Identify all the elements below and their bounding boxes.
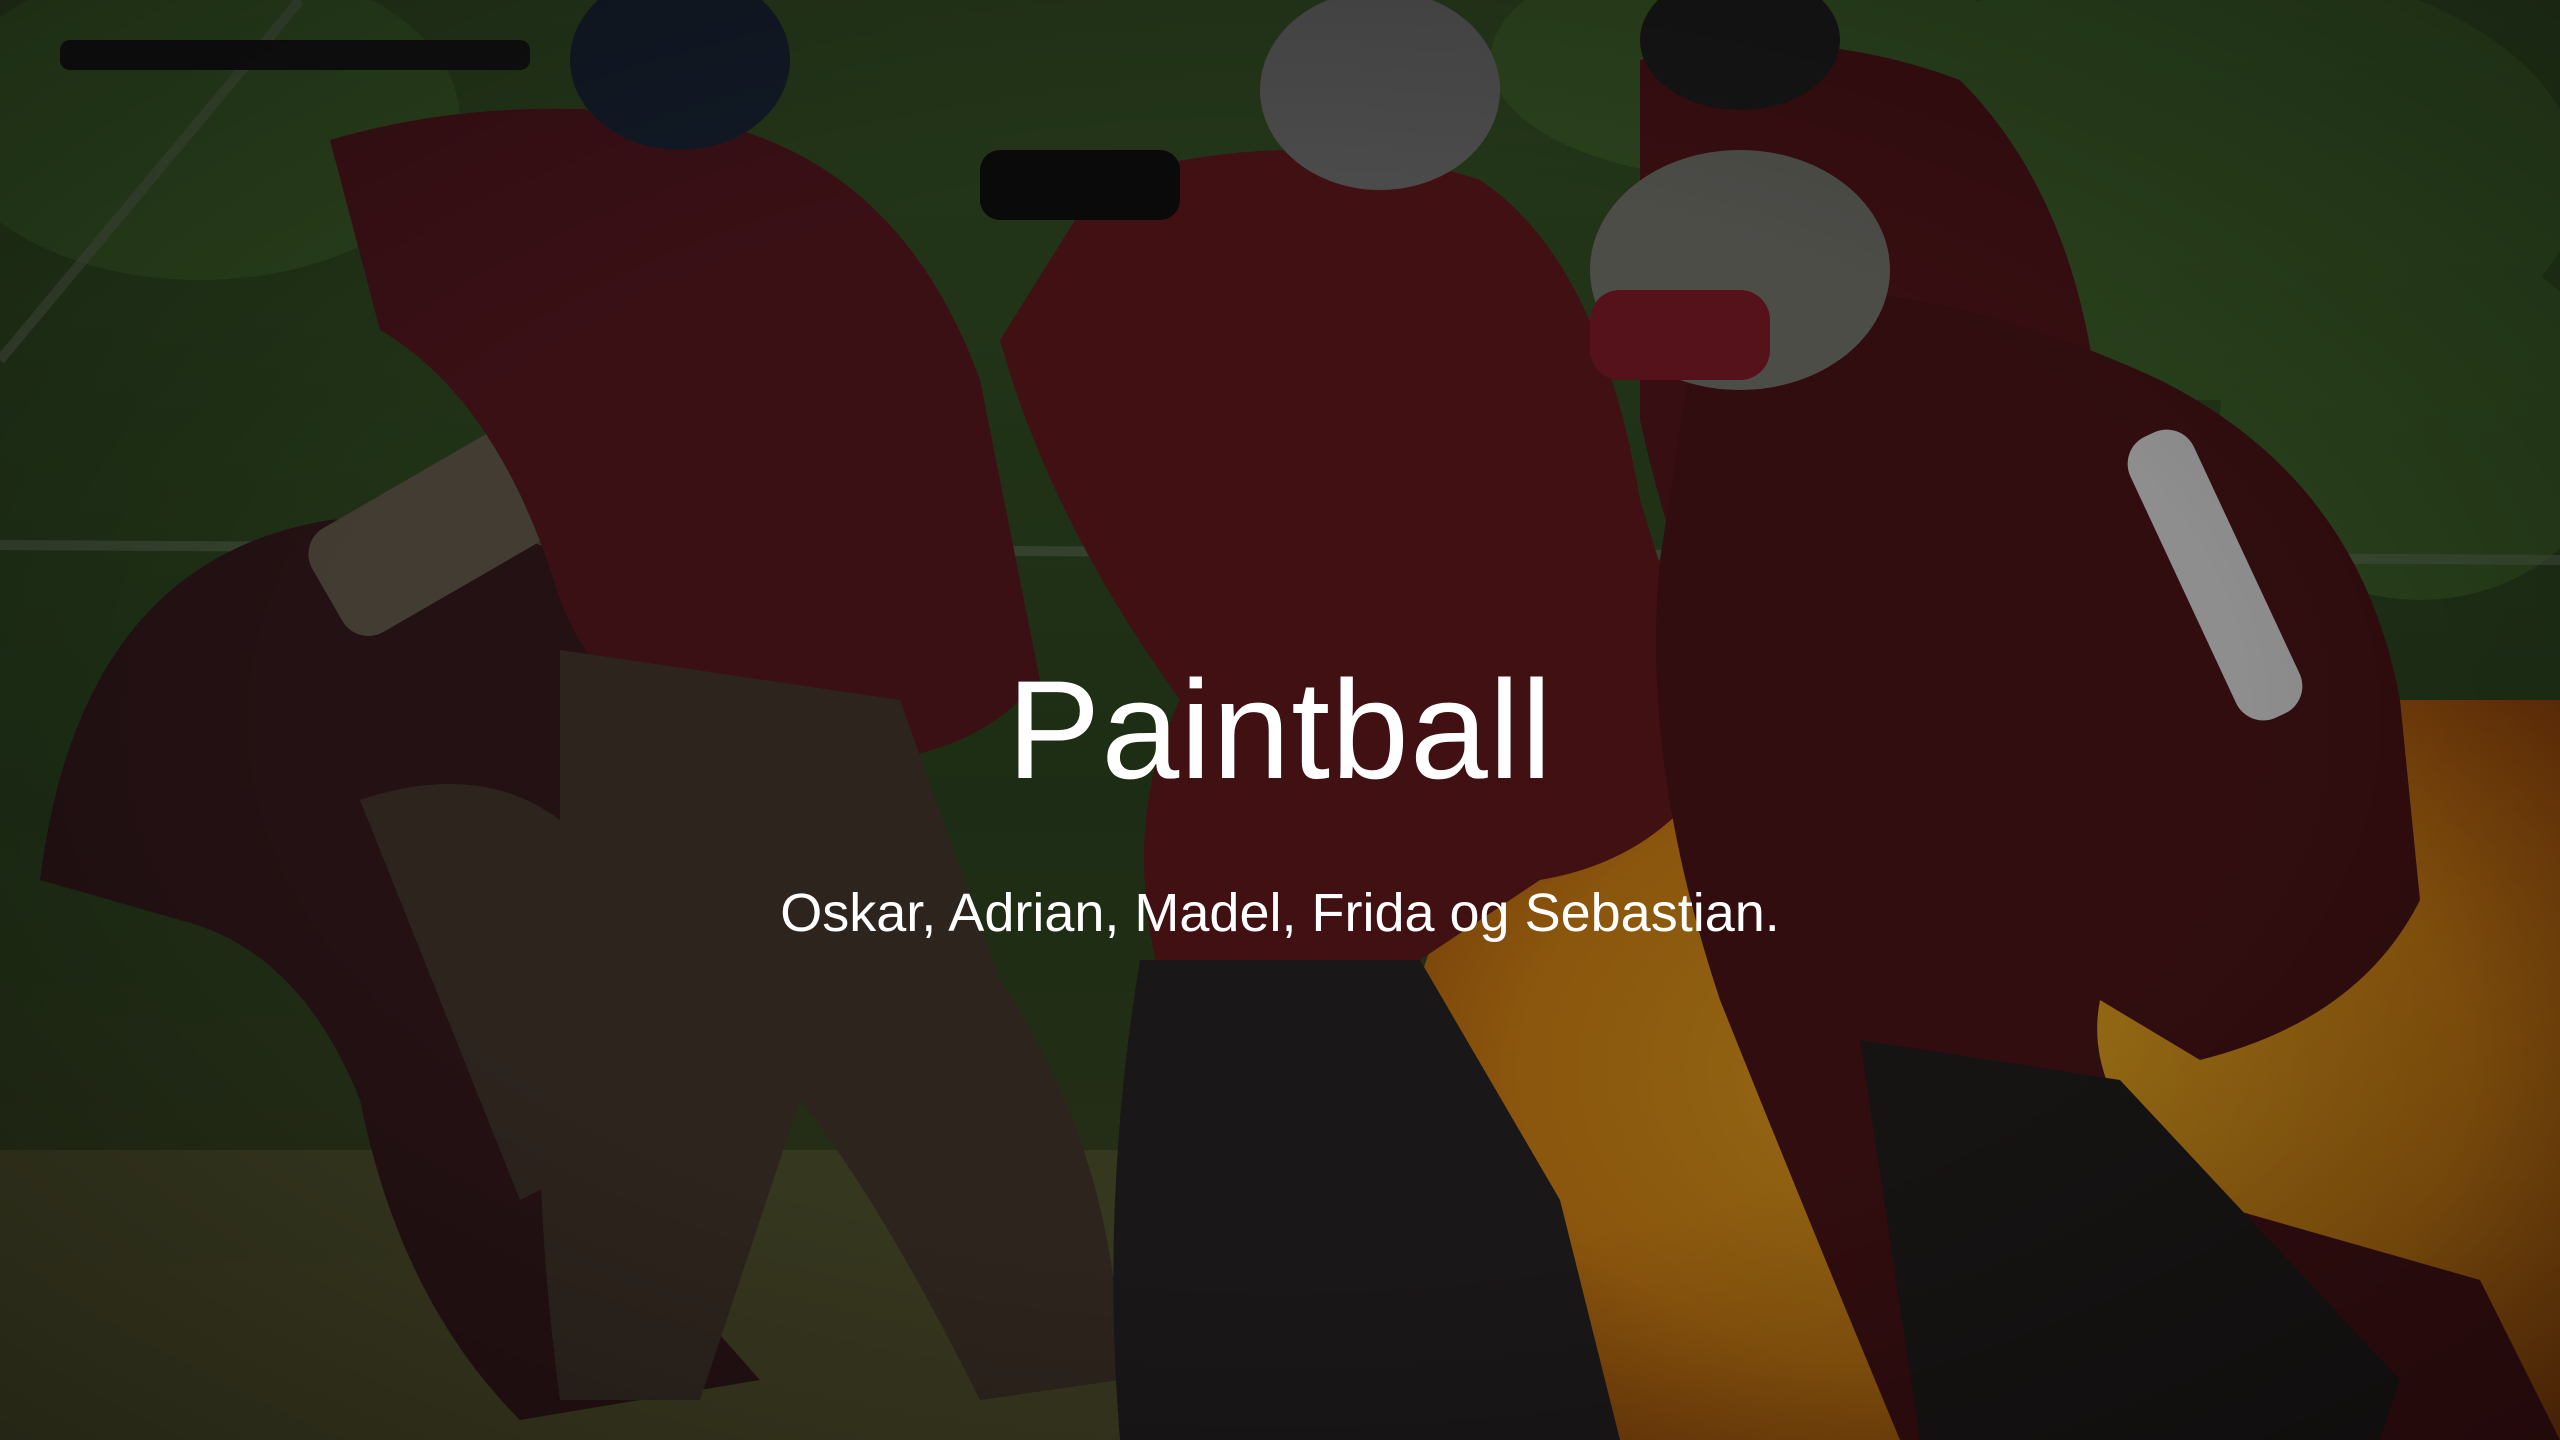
slide-title: Paintball (1006, 651, 1554, 808)
title-block: Paintball Oskar, Adrian, Madel, Frida og… (0, 651, 2560, 943)
slide-subtitle: Oskar, Adrian, Madel, Frida og Sebastian… (780, 883, 1780, 943)
title-slide: Paintball Oskar, Adrian, Madel, Frida og… (0, 0, 2560, 1440)
